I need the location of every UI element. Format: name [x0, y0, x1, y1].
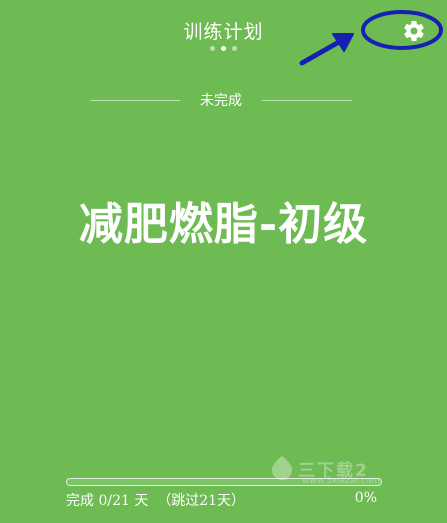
divider-left	[90, 99, 180, 101]
page-title: 训练计划	[183, 21, 264, 43]
progress-label: 完成 0/21 天 （跳过21天）	[66, 493, 246, 509]
settings-button[interactable]	[400, 17, 428, 45]
status-row: 未完成	[90, 90, 352, 110]
page-indicator	[0, 46, 447, 51]
page-dot	[210, 46, 215, 51]
page-dot	[221, 46, 226, 51]
gear-icon	[404, 21, 424, 41]
annotation-overlay	[299, 10, 443, 66]
status-label: 未完成	[200, 93, 242, 109]
training-plan-screen: 训练计划 未完成 减肥燃脂-初级 三下载2 www.3xiazai.com 完成…	[0, 0, 447, 523]
page-dot	[232, 46, 237, 51]
progress-bar	[66, 478, 382, 486]
divider-right	[262, 99, 352, 101]
plan-title: 减肥燃脂-初级	[78, 199, 369, 250]
progress-percent: 0%	[354, 490, 377, 506]
